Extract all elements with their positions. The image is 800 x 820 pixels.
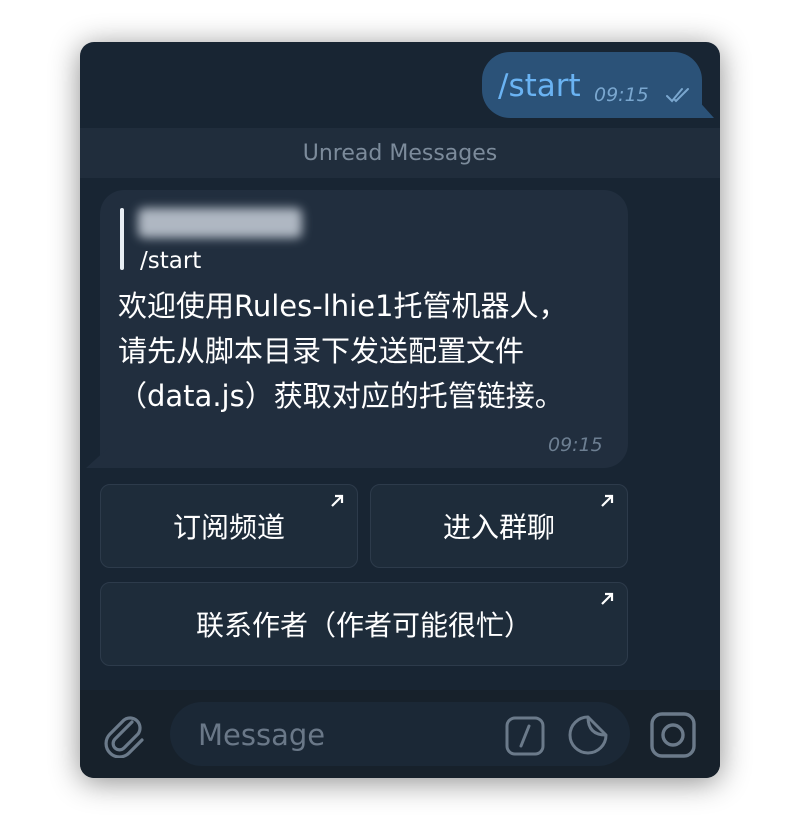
- outgoing-message-time: 09:15: [594, 84, 649, 106]
- keyboard-button-contact-author[interactable]: 联系作者（作者可能很忙）: [100, 582, 628, 666]
- double-check-icon: [666, 88, 689, 103]
- reply-quote-bar: [120, 208, 124, 270]
- keyboard-button-label: 进入群聊: [442, 511, 555, 544]
- keyboard-button-label: 联系作者（作者可能很忙）: [195, 609, 532, 642]
- reply-quote-text: /start: [140, 248, 202, 274]
- chat-window: /start 09:15 Unread Messages /start 欢迎使用…: [80, 42, 720, 778]
- incoming-message-time: 09:15: [548, 434, 603, 456]
- slash-command-icon[interactable]: [505, 716, 545, 756]
- keyboard-button-label: 订阅频道: [172, 511, 285, 544]
- keyboard-button-subscribe-channel[interactable]: 订阅频道: [100, 484, 358, 568]
- outgoing-bubble-tail: [690, 102, 714, 118]
- camera-icon[interactable]: [648, 710, 698, 760]
- unread-messages-label: Unread Messages: [302, 140, 498, 166]
- keyboard-button-join-group[interactable]: 进入群聊: [370, 484, 628, 568]
- incoming-message-text: 欢迎使用Rules-lhie1托管机器人，请先从脚本目录下发送配置文件（data…: [118, 289, 568, 413]
- sticker-icon[interactable]: [567, 714, 609, 756]
- outgoing-message-text: /start: [498, 68, 581, 104]
- paperclip-icon[interactable]: [102, 710, 146, 758]
- reply-sender-name-blurred: [138, 208, 302, 238]
- unread-messages-divider: Unread Messages: [80, 128, 720, 178]
- external-arrow-icon: [601, 494, 614, 507]
- external-arrow-icon: [331, 494, 344, 507]
- message-input-placeholder: Message: [198, 718, 326, 752]
- external-arrow-icon: [601, 592, 614, 605]
